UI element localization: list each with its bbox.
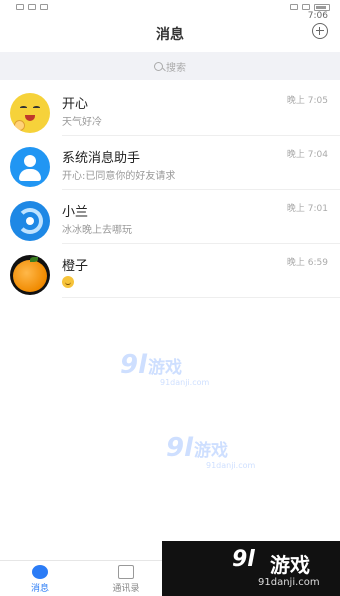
last-message: 冰冰晚上去哪玩 [62, 225, 132, 236]
last-message [62, 275, 74, 291]
signal-icon [28, 4, 36, 10]
orange-leaf [30, 257, 38, 262]
add-icon[interactable] [312, 23, 328, 39]
conversation-item-system[interactable]: 系统消息助手 开心:已同意你的好友请求 晚上 7:04 [0, 136, 340, 190]
avatar-circle-icon [10, 201, 50, 241]
conversation-item-kaixin[interactable]: 开心 天气好冷 晚上 7:05 [0, 82, 340, 136]
tab-bar: 消息 通讯录 [0, 560, 162, 596]
emoji-icon [62, 276, 74, 288]
message-time: 晚上 7:05 [286, 96, 328, 106]
conversation-item-xiaolan[interactable]: 小兰 冰冰晚上去哪玩 晚上 7:01 [0, 190, 340, 244]
mouth [25, 115, 35, 121]
peace-hand [14, 120, 25, 131]
last-message: 天气好冷 [62, 117, 102, 128]
conversation-list: 开心 天气好冷 晚上 7:05 系统消息助手 开心:已同意你的好友请求 晚上 7… [0, 82, 340, 298]
watermark-text: 游戏 [194, 441, 229, 461]
tab-label: 消息 [30, 584, 49, 594]
corner-watermark: 9l 游戏 91danji.com [162, 541, 340, 596]
conversation-item-chengzi[interactable]: 橙子 晚上 6:59 [0, 244, 340, 298]
watermark-logo: 9l [166, 433, 194, 463]
status-icons-left [16, 4, 48, 10]
watermark: 9l 游戏 91danji.com [166, 433, 255, 470]
orange-fruit [13, 260, 47, 292]
watermark-site: 91danji.com [206, 461, 256, 470]
search-input[interactable]: 搜索 [0, 52, 340, 80]
wifi-icon [40, 4, 48, 10]
contact-name: 系统消息助手 [62, 151, 141, 166]
status-icons-right: 7:06 [290, 3, 330, 21]
sim-icon [16, 4, 24, 10]
search-icon [154, 61, 163, 71]
divider [62, 297, 340, 298]
watermark: 9l 游戏 91danji.com [120, 350, 209, 387]
last-message: 开心:已同意你的好友请求 [62, 171, 176, 182]
contacts-tab-icon [118, 565, 134, 579]
vibrate-icon [290, 4, 298, 10]
page-title: 消息 [156, 27, 184, 43]
bluetooth-icon [302, 4, 310, 10]
eye [20, 106, 27, 109]
user-head [24, 155, 36, 167]
contact-name: 开心 [62, 97, 89, 112]
tab-messages[interactable]: 消息 [10, 565, 70, 594]
message-time: 晚上 7:04 [286, 150, 328, 160]
avatar-user-icon [10, 147, 50, 187]
tab-label: 通讯录 [112, 584, 140, 594]
watermark-text: 游戏 [270, 553, 310, 577]
eye [33, 106, 40, 109]
message-time: 晚上 7:01 [286, 204, 328, 214]
battery-icon [314, 3, 330, 11]
avatar-orange-icon [10, 255, 50, 295]
user-body [19, 169, 41, 181]
header: 消息 [0, 14, 340, 52]
tab-contacts[interactable]: 通讯录 [96, 565, 156, 594]
avatar-emoji-icon [10, 93, 50, 133]
watermark-logo: 9l [120, 350, 148, 380]
watermark-logo: 9l [232, 547, 255, 572]
watermark-site: 91danji.com [258, 577, 320, 588]
contact-name: 小兰 [62, 205, 89, 220]
watermark-site: 91danji.com [160, 378, 210, 387]
message-time: 晚上 6:59 [286, 258, 328, 268]
contact-name: 橙子 [62, 259, 89, 274]
dot [26, 217, 34, 225]
status-bar: 7:06 [0, 0, 340, 21]
watermark-text: 游戏 [148, 358, 183, 378]
search-placeholder: 搜索 [166, 62, 186, 74]
message-tab-icon [32, 565, 48, 579]
